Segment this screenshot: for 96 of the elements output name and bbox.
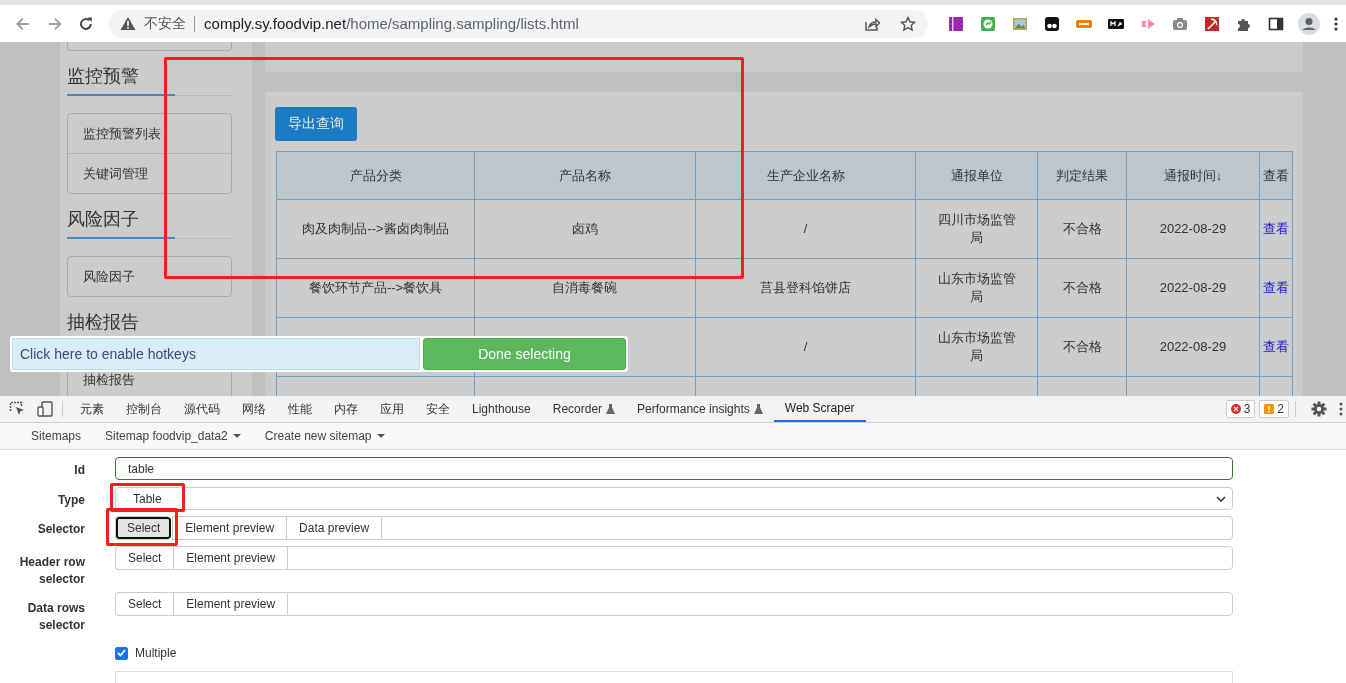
table-cell: 莒县登科馅饼店 <box>695 258 916 318</box>
chat-bubble-icon[interactable] <box>980 15 996 32</box>
devtools-tab[interactable]: 内存 <box>323 396 369 422</box>
caret-icon <box>232 434 241 438</box>
address-bar[interactable]: 不安全 comply.sy.foodvip.net/home/sampling.sampling/lists.html <box>109 9 928 38</box>
checkbox-label: Multiple <box>135 646 177 660</box>
column-header[interactable]: 产品分类 <box>276 151 475 200</box>
checkbox[interactable] <box>115 646 128 660</box>
sidebar-item[interactable]: 风险因子 <box>68 257 231 296</box>
pickaxe-icon[interactable] <box>1204 15 1220 32</box>
nav-link[interactable]: Sitemap foodvip_data2 <box>93 429 253 443</box>
devtools-tab[interactable]: 控制台 <box>115 396 173 422</box>
image-icon[interactable] <box>1012 15 1028 32</box>
select-button[interactable]: Select <box>115 516 172 540</box>
sidebar-item[interactable]: 监控预警列表 <box>68 114 231 153</box>
column-header[interactable]: 通报时间↓ <box>1126 151 1260 200</box>
mask-icon[interactable] <box>1044 15 1060 32</box>
table-cell: / <box>695 317 916 377</box>
selector-field[interactable] <box>287 592 1233 616</box>
id-field[interactable]: table <box>115 457 1233 480</box>
more-icon[interactable] <box>1334 15 1338 32</box>
side-panel-icon[interactable] <box>1268 15 1284 32</box>
inspect-icon[interactable] <box>9 401 25 417</box>
section-heading: 风险因子 <box>67 204 175 239</box>
devtools-tab[interactable]: 安全 <box>415 396 461 422</box>
square-icon[interactable] <box>948 15 964 32</box>
flask-icon <box>753 404 763 414</box>
column-header[interactable]: 判定结果 <box>1037 151 1127 200</box>
table-cell: 不合格 <box>1037 317 1127 377</box>
warning-count-badge[interactable]: 2 <box>1259 400 1289 418</box>
error-count-badge[interactable]: 3 <box>1225 400 1256 418</box>
star-icon[interactable] <box>900 15 916 32</box>
column-header[interactable]: 产品名称 <box>474 151 696 200</box>
nav-link[interactable]: Sitemaps <box>19 429 94 443</box>
field-label: Data rows selector <box>26 600 85 634</box>
devtools-tab[interactable]: 源代码 <box>173 396 231 422</box>
preview-button[interactable]: Element preview <box>173 592 288 616</box>
selector-field[interactable] <box>287 546 1233 570</box>
type-dropdown[interactable]: Table <box>115 487 1233 510</box>
table-cell: 2022-08-29 <box>1126 199 1260 259</box>
share-icon[interactable] <box>864 15 880 32</box>
table-cell: 不合格 <box>1037 199 1127 259</box>
devtools-tab[interactable]: Recorder <box>541 396 627 422</box>
field-label: Type <box>56 492 85 507</box>
table-cell: 餐饮环节产品-->餐饮具 <box>276 258 475 318</box>
table-cell: 不合格 <box>1037 258 1127 318</box>
preview-button[interactable]: Data preview <box>286 516 382 540</box>
export-button[interactable]: 导出查询 <box>275 107 357 141</box>
view-link[interactable]: 查看 <box>1263 339 1290 354</box>
settings-icon[interactable] <box>1311 401 1327 417</box>
field-label: Id <box>73 462 85 477</box>
devtools-tab[interactable]: 性能 <box>277 396 323 422</box>
warning-icon <box>120 16 137 31</box>
warning-icon <box>1264 404 1275 414</box>
devtools-tab[interactable]: Lighthouse <box>461 396 542 422</box>
camera-icon[interactable] <box>1172 15 1188 32</box>
table-cell: 山东市场监管局 <box>915 258 1038 318</box>
error-icon <box>1230 404 1241 414</box>
table-cell: 四川市场监管局 <box>915 199 1038 259</box>
select-button[interactable]: Select <box>115 592 174 616</box>
avatar-icon[interactable] <box>1298 12 1320 35</box>
nav-link[interactable]: Create new sitemap <box>252 429 397 443</box>
security-label: 不安全 <box>144 14 187 33</box>
devtools-tab[interactable]: Performance insights <box>626 396 774 422</box>
field-label: Header row selector <box>18 554 85 588</box>
table-cell: 2022-08-29 <box>1126 317 1260 377</box>
check-icon <box>117 649 126 657</box>
devtools-tab[interactable]: 应用 <box>369 396 415 422</box>
preview-button[interactable]: Element preview <box>173 546 288 570</box>
table-cell: 卤鸡 <box>474 199 696 259</box>
column-header[interactable]: 生产企业名称 <box>695 151 916 200</box>
chevron-down-icon <box>1216 495 1226 502</box>
column-header[interactable]: 查看 <box>1259 151 1293 200</box>
table-cell: 山东市场监管局 <box>915 317 1038 377</box>
table-cell: 2022-08-29 <box>1126 258 1260 318</box>
caret-icon <box>376 434 385 438</box>
field-label: Selector <box>36 521 85 536</box>
column-header[interactable]: 通报单位 <box>915 151 1038 200</box>
devtools-tab[interactable]: 元素 <box>69 396 115 422</box>
sidebar-item[interactable]: 关键词管理 <box>68 153 231 193</box>
more-icon[interactable] <box>1339 402 1343 416</box>
view-link[interactable]: 查看 <box>1263 221 1290 236</box>
preview-button[interactable]: Element preview <box>172 516 287 540</box>
select-button[interactable]: Select <box>115 546 174 570</box>
url-text: comply.sy.foodvip.net/home/sampling.sampling/lists.html <box>204 15 579 32</box>
view-link[interactable]: 查看 <box>1263 280 1290 295</box>
table-cell: 自消毒餐碗 <box>474 258 696 318</box>
highlight-frame <box>106 508 178 546</box>
table-cell: 肉及肉制品-->酱卤肉制品 <box>276 199 475 259</box>
section-heading: 监控预警 <box>67 61 175 96</box>
devtools-tab[interactable]: 网络 <box>231 396 277 422</box>
flask-icon <box>606 404 616 414</box>
table-cell: / <box>695 199 916 259</box>
hotkeys-field[interactable]: Click here to enable hotkeys <box>12 338 420 370</box>
selector-field[interactable] <box>381 516 1233 540</box>
device-icon[interactable] <box>37 401 53 417</box>
